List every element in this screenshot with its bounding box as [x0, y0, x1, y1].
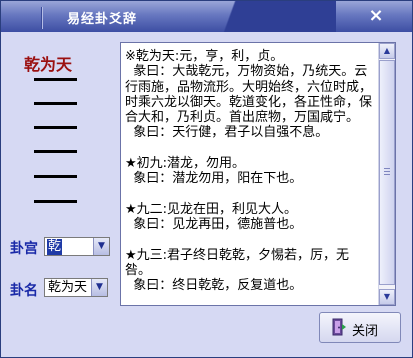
- chevron-down-icon[interactable]: ▼: [91, 279, 107, 296]
- scroll-up-icon[interactable]: ▲: [379, 43, 395, 59]
- chevron-down-icon[interactable]: ▼: [93, 238, 109, 255]
- text-line: [125, 233, 375, 248]
- text-line: 象曰：见龙再田，德施普也。: [125, 217, 303, 233]
- grip-line: [384, 168, 390, 169]
- text-line: ★初九:潜龙，勿用。: [125, 156, 246, 172]
- window-title: 易经卦爻辞: [67, 12, 138, 27]
- grip-line: [384, 174, 390, 175]
- gua-text-content: ※乾为天:元，亨，利，贞。 彖曰：大哉乾元，万物资始，乃统天。云行雨施，品物流形…: [125, 49, 375, 294]
- close-icon[interactable]: ×: [364, 5, 388, 27]
- text-line: 象曰：潜龙勿用，阳在下也。: [125, 171, 303, 187]
- gua-name-select[interactable]: 乾为天 ▼: [44, 278, 108, 297]
- yao-line: [34, 175, 77, 178]
- title-separator: [41, 7, 43, 29]
- text-line: ★九二:见龙在田，利见大人。: [125, 201, 298, 217]
- text-line: [125, 141, 375, 156]
- scrollbar-thumb[interactable]: [379, 60, 395, 285]
- scroll-down-icon[interactable]: ▼: [379, 289, 395, 305]
- gua-name-label: 卦名: [10, 283, 38, 299]
- app-window: 易经卦爻辞 × 乾为天 卦宫 乾 ▼ 卦名 乾为天 ▼ ※乾为天:元，亨，利，贞…: [0, 0, 413, 358]
- gua-text-area[interactable]: ※乾为天:元，亨，利，贞。 彖曰：大哉乾元，万物资始，乃统天。云行雨施，品物流形…: [120, 42, 396, 306]
- text-line: 象曰：终日乾乾，反复道也。: [125, 278, 303, 294]
- text-line: ★九三:君子终日乾乾，夕惕若，厉，无咎。: [125, 247, 350, 279]
- gua-name-value: 乾为天: [48, 280, 88, 295]
- gua-name-heading: 乾为天: [24, 55, 73, 74]
- text-line: [125, 187, 375, 202]
- vertical-scrollbar[interactable]: ▲ ▼: [378, 43, 395, 305]
- title-bar[interactable]: 易经卦爻辞 ×: [1, 1, 412, 32]
- yao-line: [34, 78, 77, 81]
- gua-gong-value: 乾: [47, 239, 63, 255]
- close-button-label: 关闭: [352, 324, 379, 339]
- grip-line: [384, 171, 390, 172]
- yao-line: [34, 126, 77, 129]
- text-line: 彖曰：大哉乾元，万物资始，乃统天。云行雨施，品物流形。大明始终，六位时成，时乘六…: [125, 64, 373, 126]
- gua-gong-label: 卦宫: [10, 241, 38, 257]
- yao-line: [34, 200, 77, 203]
- text-line: 象曰：天行健，君子以自强不息。: [125, 125, 329, 141]
- yao-line: [34, 150, 77, 153]
- title-decoration: [186, 1, 336, 32]
- yao-line: [34, 102, 77, 105]
- close-button[interactable]: 关闭: [319, 312, 401, 343]
- text-line: ※乾为天:元，亨，利，贞。: [125, 49, 284, 64]
- gua-gong-select[interactable]: 乾 ▼: [44, 237, 110, 256]
- exit-door-icon: [332, 318, 346, 336]
